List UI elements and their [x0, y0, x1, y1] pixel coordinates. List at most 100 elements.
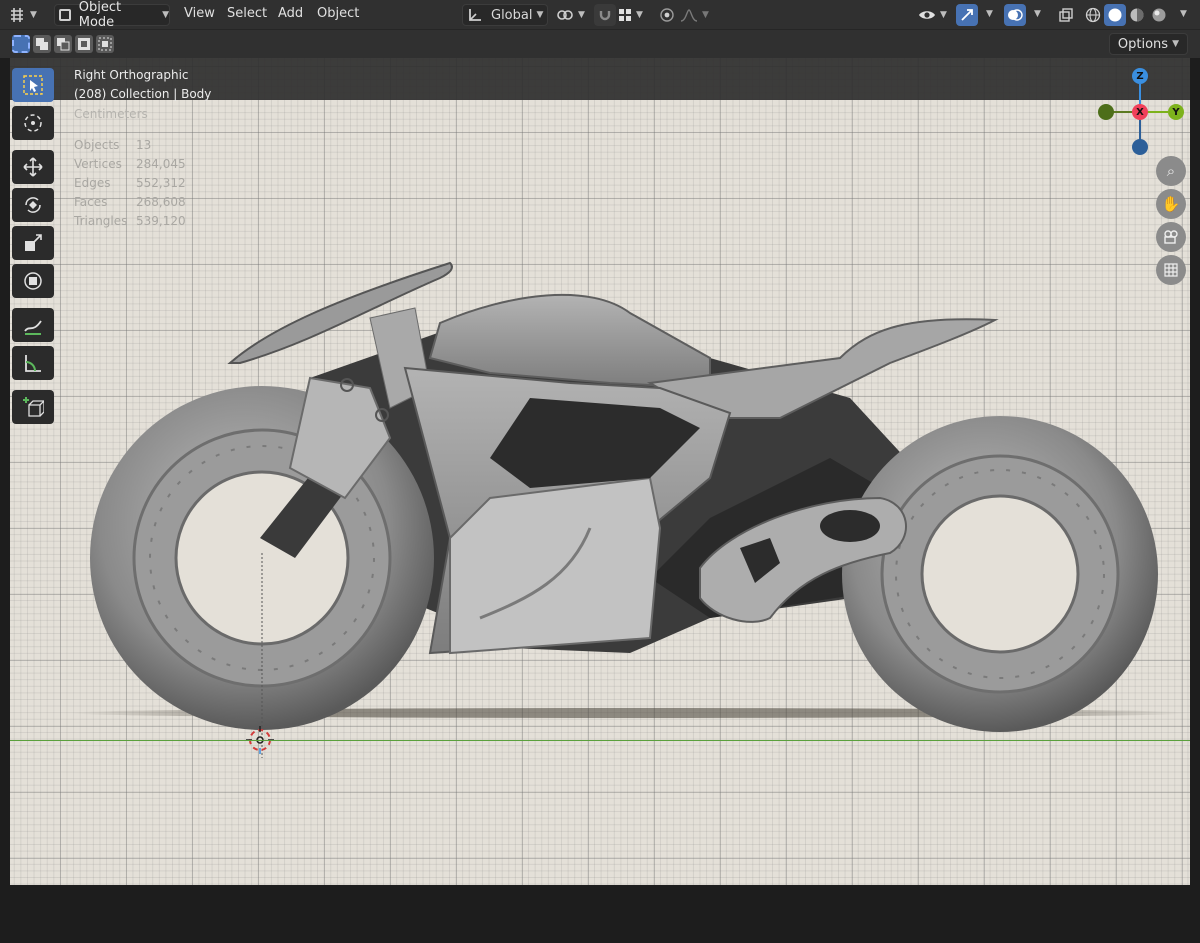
tool-cursor[interactable] [12, 106, 54, 140]
chevron-down-icon: ▼ [536, 10, 544, 20]
stat-vertices-value: 284,045 [136, 157, 186, 171]
tool-add-cube[interactable] [12, 390, 54, 424]
chevron-down-icon: ▼ [702, 10, 709, 20]
stat-triangles-value: 539,120 [136, 214, 186, 228]
rendered-sphere-icon [1152, 8, 1166, 22]
editor-type-icon [11, 8, 23, 22]
pivot-dropdown[interactable]: ▼ [556, 4, 588, 26]
proportional-edit-icon [660, 8, 674, 22]
shading-dropdown-chevron[interactable]: ▼ [1180, 9, 1187, 19]
tool-transform[interactable] [12, 264, 54, 298]
annotate-icon [24, 320, 42, 335]
chevron-down-icon: ▼ [636, 10, 643, 20]
gizmo-dropdown-chevron[interactable]: ▼ [986, 9, 993, 19]
stat-triangles-label: Triangles [74, 214, 128, 228]
chevron-down-icon: ▼ [162, 10, 169, 20]
axis-x-ball[interactable]: X [1132, 104, 1148, 120]
menu-view[interactable]: View [184, 6, 215, 21]
select-subtract-mode-button[interactable] [54, 35, 72, 53]
gizmo-icon [961, 9, 973, 21]
chevron-down-icon: ▼ [1172, 39, 1179, 49]
transform-orientation-dropdown[interactable]: Global ▼ [462, 4, 548, 26]
tool-annotate[interactable] [12, 308, 54, 342]
chevron-down-icon: ▼ [578, 10, 585, 20]
view-name: Right Orthographic [74, 68, 189, 82]
link-icon [557, 10, 573, 20]
shading-solid-button[interactable] [1104, 4, 1126, 26]
axis-y-ball[interactable]: Y [1168, 104, 1184, 120]
stat-edges-value: 552,312 [136, 176, 186, 190]
select-intersect-mode-button[interactable] [96, 35, 114, 53]
add-cube-icon [23, 397, 44, 417]
magnet-icon [599, 11, 611, 21]
tool-measure[interactable] [12, 346, 54, 380]
eye-icon [919, 11, 935, 19]
tool-move[interactable] [12, 150, 54, 184]
menu-object[interactable]: Object [317, 6, 359, 21]
xray-toggle[interactable] [1054, 4, 1078, 26]
units-label: Centimeters [74, 107, 148, 121]
editor-type-dropdown[interactable]: ▼ [6, 4, 46, 26]
proportional-edit-toggle[interactable] [656, 4, 678, 26]
menu-add[interactable]: Add [278, 6, 303, 21]
overlays-toggle[interactable] [1004, 4, 1026, 26]
axis-neg-z-ball[interactable] [1132, 139, 1148, 155]
stat-vertices-label: Vertices [74, 157, 122, 171]
zoom-icon: ⌕ [1166, 162, 1176, 180]
zoom-button[interactable]: ⌕ [1156, 156, 1186, 186]
scale-icon [25, 234, 42, 251]
tool-settings-bar: Options ▼ [0, 30, 1200, 58]
solid-sphere-icon [1108, 8, 1122, 22]
select-invert-mode-button[interactable] [75, 35, 93, 53]
rotate-icon [25, 197, 41, 213]
measure-icon [25, 355, 41, 372]
overlays-dropdown-chevron[interactable]: ▼ [1034, 9, 1041, 19]
axis-neg-y-ball[interactable] [1098, 104, 1114, 120]
select-new-mode-button[interactable] [12, 35, 30, 53]
shading-wireframe-button[interactable] [1082, 4, 1104, 26]
tool-scale[interactable] [12, 226, 54, 260]
snap-toggle[interactable] [594, 4, 616, 26]
hand-icon: ✋ [1161, 195, 1181, 213]
pan-button[interactable]: ✋ [1156, 189, 1186, 219]
motorcycle-model[interactable] [10, 58, 1190, 885]
shading-rendered-button[interactable] [1148, 4, 1170, 26]
options-dropdown[interactable]: Options ▼ [1108, 33, 1188, 55]
grid-icon [1164, 263, 1178, 277]
shading-material-button[interactable] [1126, 4, 1148, 26]
collection-path: (208) Collection | Body [74, 87, 212, 101]
snap-target-dropdown[interactable]: ▼ [618, 4, 650, 26]
overlays-icon [1008, 9, 1023, 21]
move-icon [23, 157, 43, 177]
camera-icon [1164, 230, 1178, 244]
menu-select[interactable]: Select [227, 6, 267, 21]
object-mode-icon [59, 9, 71, 21]
tool-rotate[interactable] [12, 188, 54, 222]
toggle-perspective-button[interactable] [1156, 255, 1186, 285]
orientation-icon [469, 9, 481, 21]
options-label: Options [1117, 36, 1169, 52]
select-box-icon [23, 75, 43, 95]
falloff-dropdown[interactable]: ▼ [680, 4, 712, 26]
select-extend-icon [36, 38, 48, 50]
3d-viewport[interactable]: Right Orthographic (208) Collection | Bo… [10, 58, 1190, 885]
visibility-dropdown[interactable]: ▼ [918, 4, 952, 26]
tool-select-box[interactable] [12, 68, 54, 102]
axis-z-ball[interactable]: Z [1132, 68, 1148, 84]
xray-icon [1059, 8, 1073, 22]
wireframe-sphere-icon [1085, 7, 1101, 23]
snap-grid-icon [619, 9, 631, 21]
header-bar: ▼ Object Mode ▼ View Select Add Object G… [0, 0, 1200, 30]
gizmo-toggle[interactable] [956, 4, 978, 26]
mode-dropdown[interactable]: Object Mode ▼ [54, 0, 170, 30]
stat-objects-value: 13 [136, 138, 152, 152]
mode-label: Object Mode [78, 0, 122, 30]
stat-faces-value: 268,608 [136, 195, 186, 209]
chevron-down-icon: ▼ [940, 10, 947, 20]
orientation-label: Global [491, 7, 533, 23]
select-extend-mode-button[interactable] [33, 35, 51, 53]
camera-view-button[interactable] [1156, 222, 1186, 252]
x-axis-line [10, 740, 1190, 741]
cursor-icon [24, 114, 42, 132]
stat-edges-label: Edges [74, 176, 111, 190]
